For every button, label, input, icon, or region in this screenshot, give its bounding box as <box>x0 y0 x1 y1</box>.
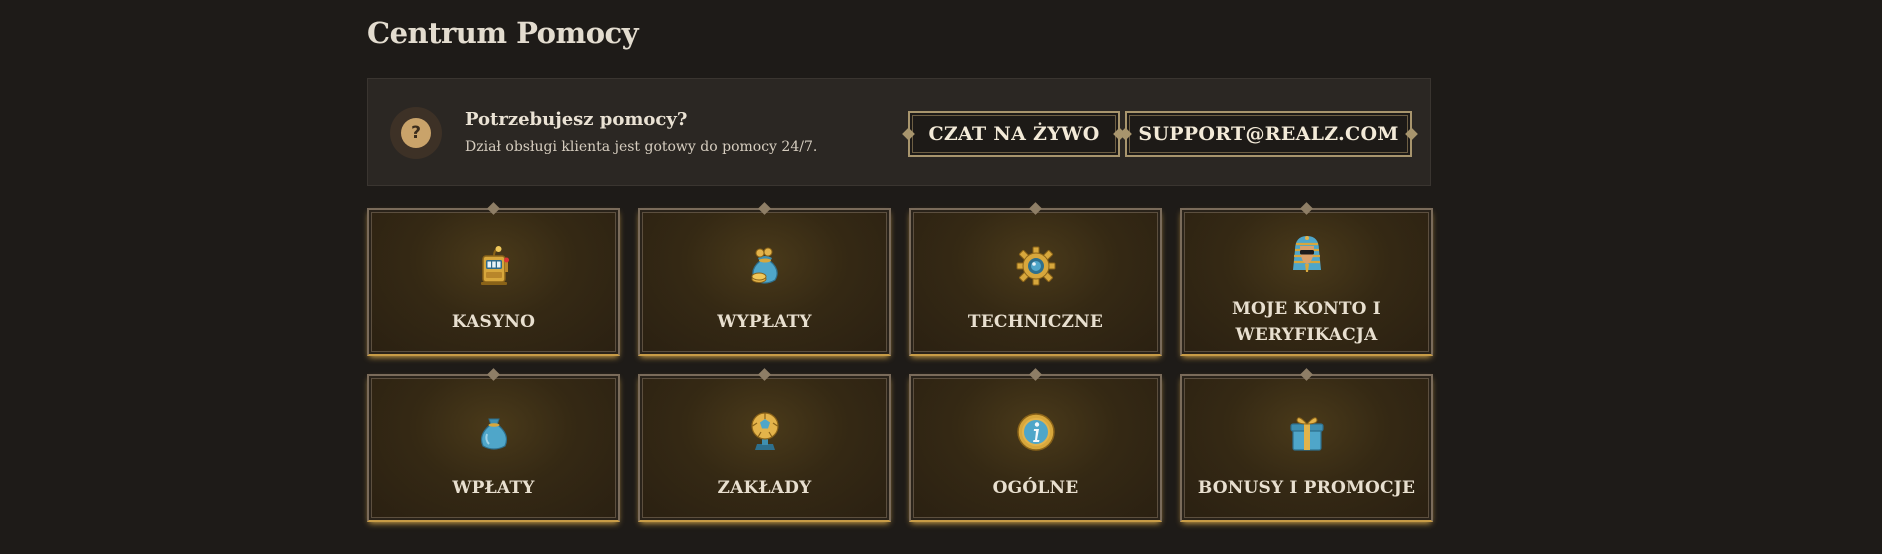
help-heading: Potrzebujesz pomocy? <box>465 109 688 130</box>
category-deposits[interactable]: WPŁATY <box>367 374 620 522</box>
category-label: OGÓLNE <box>992 478 1079 498</box>
category-label: MOJE KONTO I WERYFIKACJA <box>1232 299 1381 345</box>
category-label: WPŁATY <box>452 478 535 498</box>
live-chat-button[interactable]: CZAT NA ŻYWO <box>908 111 1120 157</box>
category-label: WYPŁATY <box>717 312 812 332</box>
category-label: ZAKŁADY <box>717 478 812 498</box>
info-coin-icon <box>1016 413 1055 451</box>
soccer-trophy-icon <box>750 412 779 450</box>
help-banner: ? Potrzebujesz pomocy? Dział obsługi kli… <box>367 78 1431 186</box>
slot-machine-icon <box>480 246 509 285</box>
category-general[interactable]: OGÓLNE <box>909 374 1162 522</box>
question-mark-icon: ? <box>390 107 442 159</box>
page-title: Centrum Pomocy <box>367 16 639 50</box>
category-casino[interactable]: KASYNO <box>367 208 620 356</box>
category-withdrawals[interactable]: WYPŁATY <box>638 208 891 356</box>
category-bonuses-promotions[interactable]: BONUSY I PROMOCJE <box>1180 374 1433 522</box>
money-bag-icon <box>480 418 507 450</box>
support-email-button[interactable]: SUPPORT@REALZ.COM <box>1125 111 1412 157</box>
gear-icon <box>1016 246 1055 286</box>
category-grid: KASYNO WYPŁATY TECHNICZNE MOJE KONTO I W… <box>367 208 1433 522</box>
gift-box-icon <box>1289 417 1324 451</box>
category-technical[interactable]: TECHNICZNE <box>909 208 1162 356</box>
category-label: BONUSY I PROMOCJE <box>1197 478 1416 498</box>
money-bag-coins-icon <box>751 247 778 284</box>
category-bets[interactable]: ZAKŁADY <box>638 374 891 522</box>
pharaoh-icon <box>1292 236 1321 272</box>
category-account-verification[interactable]: MOJE KONTO I WERYFIKACJA <box>1180 208 1433 356</box>
category-label: TECHNICZNE <box>967 312 1104 332</box>
help-subtext: Dział obsługi klienta jest gotowy do pom… <box>465 139 818 155</box>
category-label: KASYNO <box>451 312 536 332</box>
